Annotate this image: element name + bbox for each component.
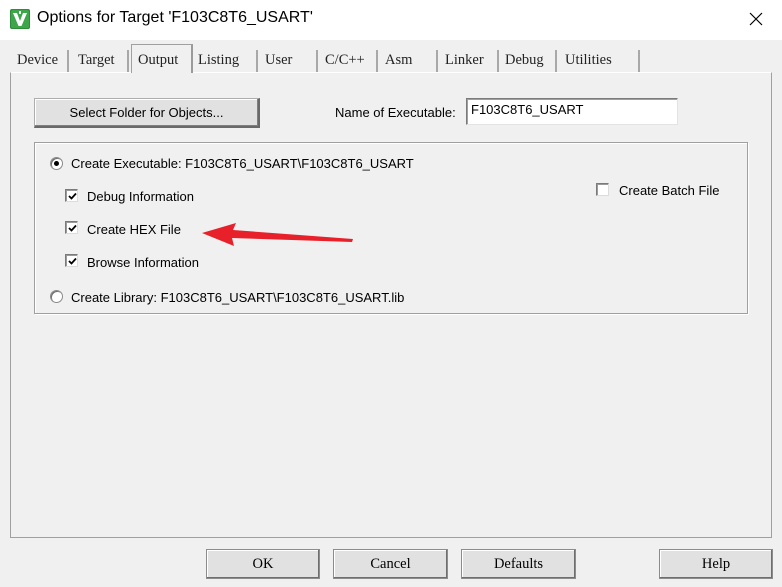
create-executable-label: Create Executable: F103C8T6_USART\F103C8… bbox=[71, 156, 414, 171]
checkmark-icon bbox=[68, 257, 77, 265]
title-bar: Options for Target 'F103C8T6_USART' bbox=[0, 0, 782, 40]
create-executable-radio[interactable] bbox=[50, 157, 63, 170]
browse-information-label: Browse Information bbox=[87, 255, 199, 270]
debug-information-checkbox[interactable] bbox=[65, 189, 78, 202]
tab-listing[interactable]: Listing bbox=[193, 50, 258, 72]
keil-uvision-icon bbox=[10, 9, 30, 29]
tab-strip: Device Target Output Listing User C/C++ … bbox=[0, 44, 782, 73]
create-batch-file-label: Create Batch File bbox=[619, 183, 720, 198]
defaults-button[interactable]: Defaults bbox=[461, 549, 576, 579]
create-library-radio[interactable] bbox=[50, 290, 63, 303]
name-of-executable-label: Name of Executable: bbox=[335, 105, 456, 120]
window-title: Options for Target 'F103C8T6_USART' bbox=[37, 9, 313, 26]
tab-c-cpp[interactable]: C/C++ bbox=[320, 50, 378, 72]
close-button[interactable] bbox=[736, 4, 776, 36]
close-icon bbox=[749, 12, 763, 29]
debug-information-label: Debug Information bbox=[87, 189, 194, 204]
tab-target[interactable]: Target bbox=[73, 50, 129, 72]
name-of-executable-input[interactable]: F103C8T6_USART bbox=[466, 98, 678, 125]
select-folder-button[interactable]: Select Folder for Objects... bbox=[34, 98, 260, 128]
create-hex-file-label: Create HEX File bbox=[87, 222, 181, 237]
create-library-label: Create Library: F103C8T6_USART\F103C8T6_… bbox=[71, 290, 405, 305]
create-hex-file-checkbox[interactable] bbox=[65, 221, 78, 234]
checkmark-icon bbox=[68, 192, 77, 200]
tab-device[interactable]: Device bbox=[12, 50, 69, 72]
create-batch-file-checkbox[interactable] bbox=[596, 183, 609, 196]
tab-output[interactable]: Output bbox=[131, 44, 193, 73]
annotation-arrow-icon bbox=[202, 223, 353, 246]
help-button[interactable]: Help bbox=[659, 549, 773, 579]
cancel-button[interactable]: Cancel bbox=[333, 549, 448, 579]
tab-linker[interactable]: Linker bbox=[440, 50, 499, 72]
tab-asm[interactable]: Asm bbox=[380, 50, 438, 72]
tab-debug[interactable]: Debug bbox=[500, 50, 557, 72]
ok-button[interactable]: OK bbox=[206, 549, 320, 579]
tab-user[interactable]: User bbox=[260, 50, 318, 72]
tab-utilities[interactable]: Utilities bbox=[560, 50, 640, 72]
browse-information-checkbox[interactable] bbox=[65, 254, 78, 267]
checkmark-icon bbox=[68, 224, 77, 232]
